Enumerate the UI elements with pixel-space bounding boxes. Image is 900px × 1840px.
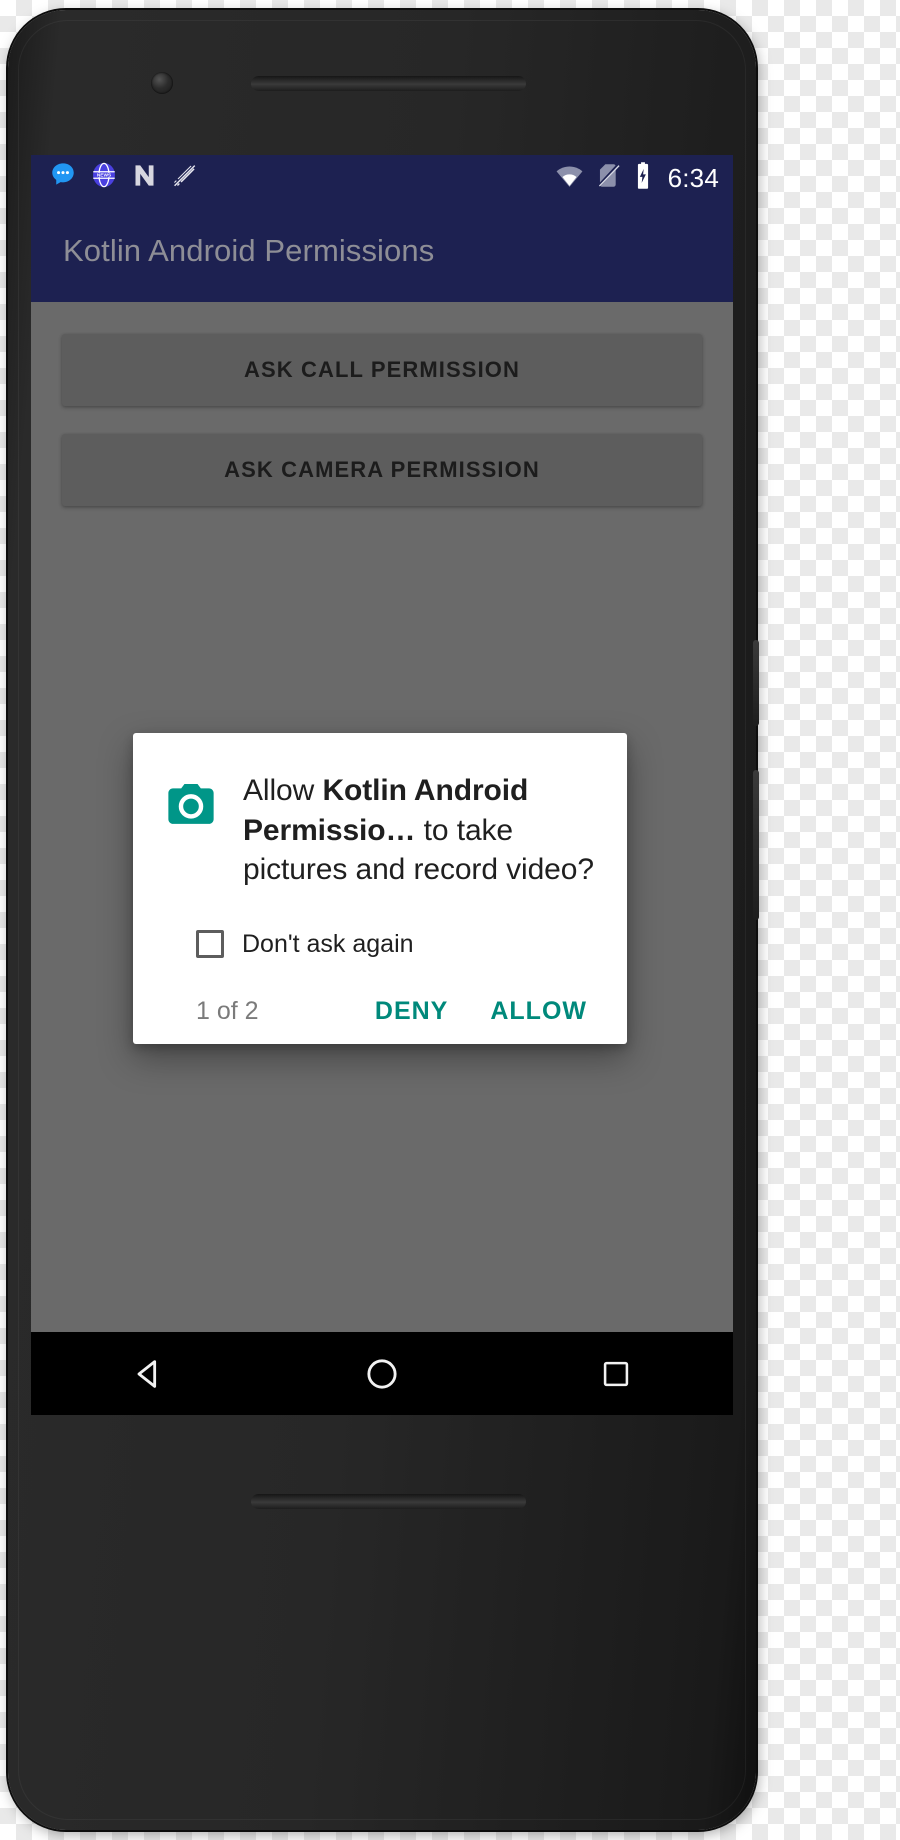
ringer-silent-icon (171, 162, 198, 194)
dont-ask-again-label: Don't ask again (242, 929, 414, 958)
dialog-button-group: DENY ALLOW (375, 997, 597, 1026)
dialog-message: Allow Kotlin Android Permissio… to take … (243, 771, 597, 890)
nova-launcher-icon (131, 162, 158, 194)
front-camera-icon (151, 72, 173, 94)
dont-ask-again-checkbox[interactable] (196, 930, 224, 959)
nav-home-icon[interactable] (322, 1355, 442, 1393)
navigation-bar (31, 1332, 733, 1415)
messages-icon (49, 161, 77, 194)
nav-back-icon[interactable] (88, 1354, 208, 1394)
status-bar-system-icons: 6:34 (555, 161, 719, 195)
dialog-body: Allow Kotlin Android Permissio… to take … (163, 771, 597, 890)
bottom-speaker (251, 1494, 526, 1509)
app-bar: Kotlin Android Permissions (31, 200, 733, 302)
page-title: Kotlin Android Permissions (63, 233, 435, 268)
phone-screen: NEWS 6:34 Kotlin Android Permissions ASK… (31, 155, 733, 1415)
dialog-actions: 1 of 2 DENY ALLOW (163, 997, 597, 1026)
battery-charging-icon (633, 161, 653, 195)
deny-button[interactable]: DENY (375, 997, 448, 1026)
phone-device-frame: NEWS 6:34 Kotlin Android Permissions ASK… (8, 10, 759, 1830)
page-background: NEWS 6:34 Kotlin Android Permissions ASK… (0, 0, 900, 1840)
ask-call-permission-button[interactable]: ASK CALL PERMISSION (62, 334, 702, 406)
dont-ask-again-row[interactable]: Don't ask again (163, 930, 597, 959)
dialog-message-prefix: Allow (243, 774, 323, 807)
ask-camera-permission-button[interactable]: ASK CAMERA PERMISSION (62, 434, 702, 506)
wifi-icon (555, 161, 584, 195)
status-bar-clock: 6:34 (667, 162, 719, 193)
permission-dialog: Allow Kotlin Android Permissio… to take … (133, 733, 627, 1044)
nav-recents-icon[interactable] (556, 1357, 676, 1391)
camera-icon (163, 771, 219, 838)
main-content: ASK CALL PERMISSION ASK CAMERA PERMISSIO… (31, 302, 733, 1332)
earpiece-speaker (251, 76, 526, 91)
dialog-counter: 1 of 2 (196, 996, 259, 1025)
status-bar-notification-icons: NEWS (49, 161, 198, 194)
allow-button[interactable]: ALLOW (490, 997, 587, 1026)
svg-text:NEWS: NEWS (97, 172, 111, 178)
power-button[interactable] (753, 640, 759, 726)
no-sim-icon (595, 162, 622, 194)
status-bar: NEWS 6:34 (31, 155, 733, 200)
news-icon: NEWS (90, 161, 118, 194)
volume-button[interactable] (753, 770, 759, 920)
